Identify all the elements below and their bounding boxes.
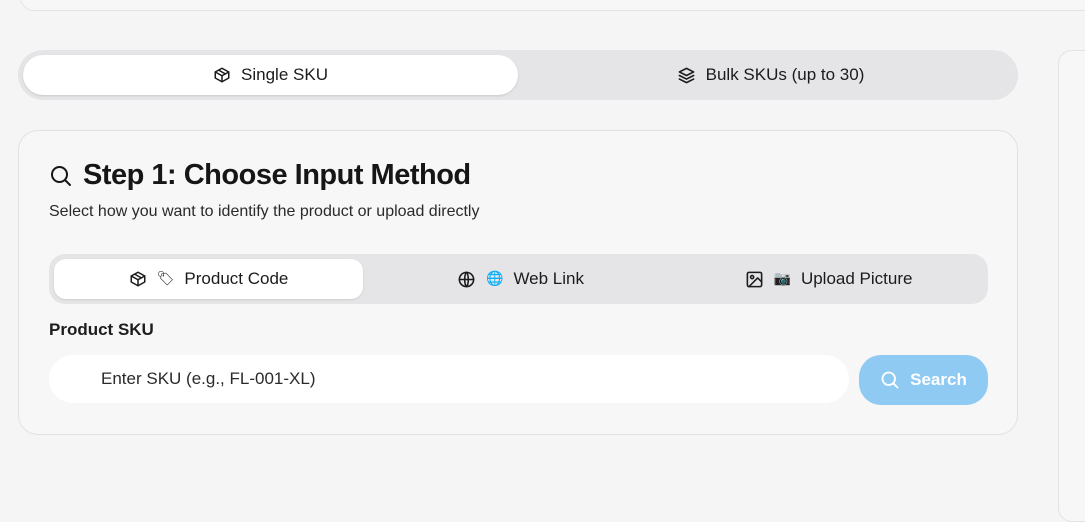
tab-bulk-skus[interactable]: Bulk SKUs (up to 30) [523,55,1018,95]
package-icon [129,270,147,288]
tab-single-sku-label: Single SKU [241,65,328,84]
mode-tabs: Single SKU Bulk SKUs (up to 30) [18,50,1018,100]
sku-input[interactable] [49,355,849,403]
input-method-card: Step 1: Choose Input Method Select how y… [18,130,1018,435]
camera-emoji-icon: 📷 [773,271,791,287]
tag-emoji-icon: 🏷 [156,271,175,287]
top-card [20,0,1085,11]
search-button-label: Search [910,370,967,389]
globe-icon [457,270,476,289]
page-title: Step 1: Choose Input Method [83,159,471,191]
search-icon [880,370,900,390]
image-icon [745,270,764,289]
layers-icon [677,66,696,85]
search-icon [49,164,73,188]
step-title-row: Step 1: Choose Input Method [49,159,471,192]
tab-product-code-label: Product Code [184,269,289,288]
tab-upload-picture[interactable]: 📷 Upload Picture [674,259,983,299]
right-side-panel [1058,50,1085,522]
search-button[interactable]: Search [859,355,988,405]
package-icon [213,66,231,84]
globe-emoji-icon: 🌐 [486,271,504,287]
tab-product-code[interactable]: 🏷 Product Code [54,259,363,299]
tab-upload-picture-label: Upload Picture [800,269,913,288]
sku-field-label: Product SKU [49,320,154,339]
step-subtitle: Select how you want to identify the prod… [49,203,480,220]
tab-bulk-skus-label: Bulk SKUs (up to 30) [705,65,865,84]
method-tabs: 🏷 Product Code 🌐 Web Link 📷 Upload Pictu… [49,254,988,304]
tab-web-link[interactable]: 🌐 Web Link [366,259,675,299]
tab-single-sku[interactable]: Single SKU [23,55,518,95]
tab-web-link-label: Web Link [513,269,584,288]
